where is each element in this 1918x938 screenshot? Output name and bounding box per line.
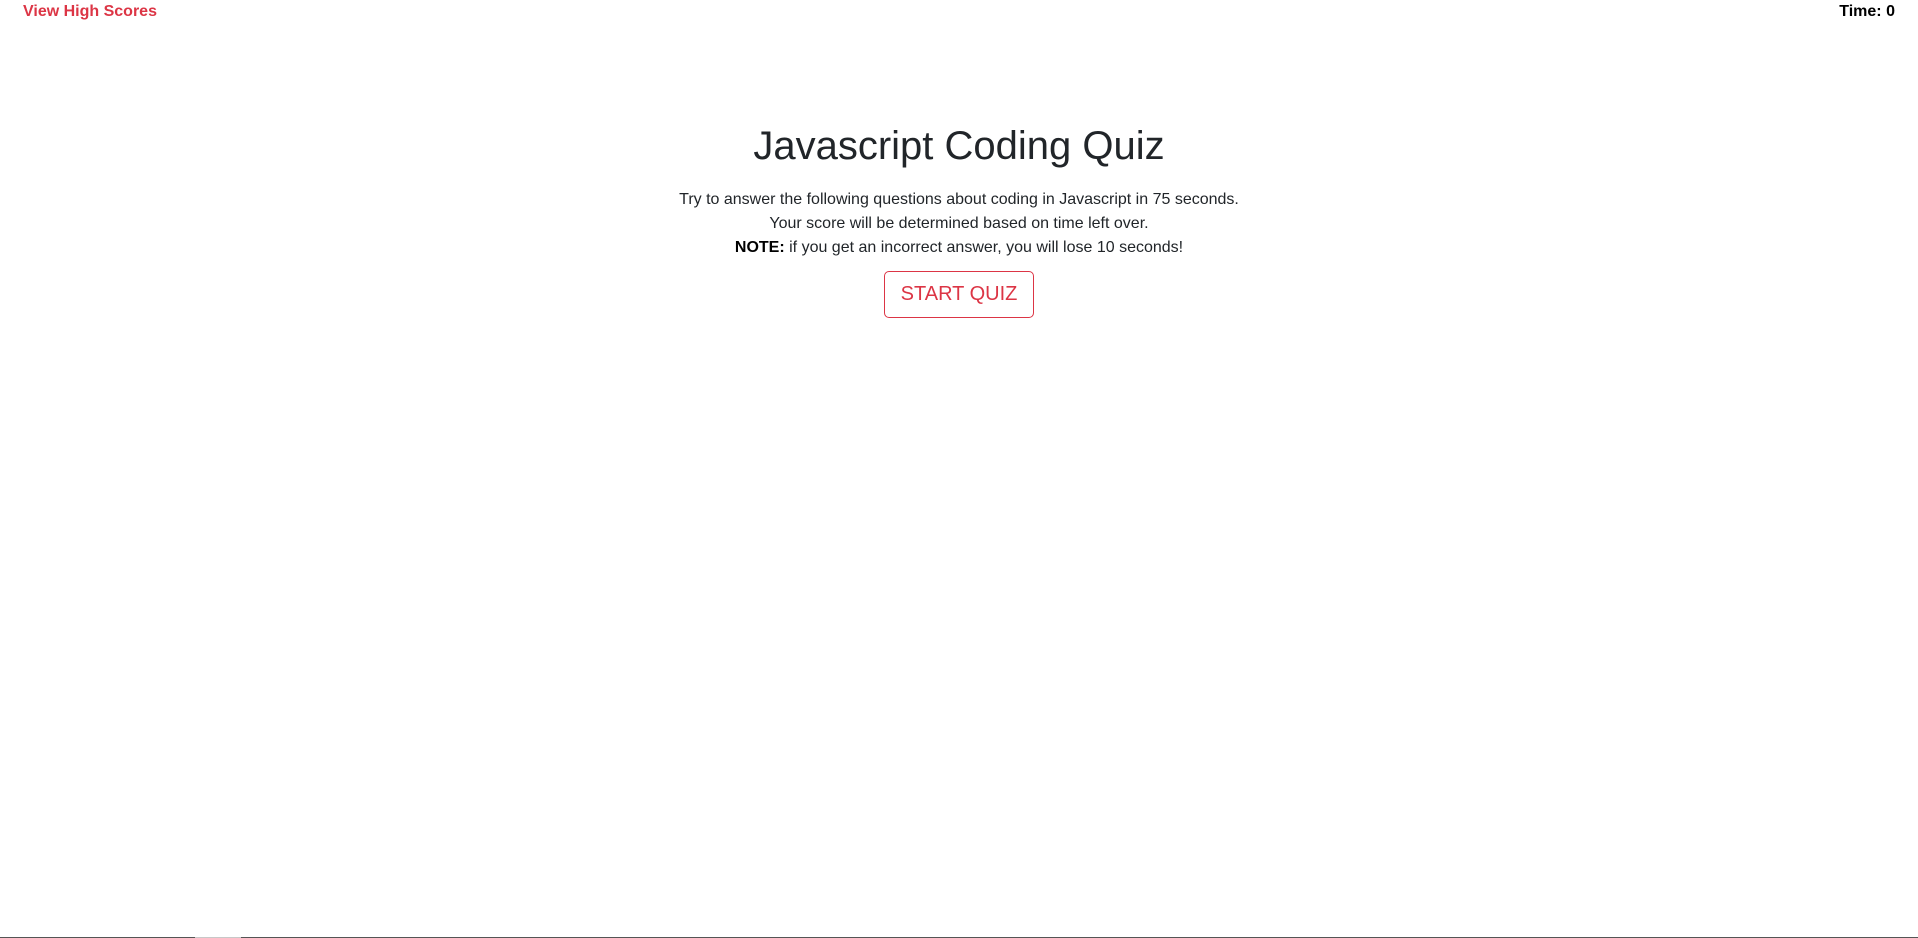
note-label: NOTE: xyxy=(734,239,785,256)
timer-value: 0 xyxy=(1886,3,1895,20)
start-quiz-button[interactable]: START QUIZ xyxy=(883,271,1035,318)
timer-label: Time: xyxy=(1839,3,1882,20)
instructions-line-1: Try to answer the following questions ab… xyxy=(679,191,1239,208)
instructions-note: NOTE: if you get an incorrect answer, yo… xyxy=(0,236,1918,260)
quiz-instructions: Try to answer the following questions ab… xyxy=(0,188,1918,260)
note-text: if you get an incorrect answer, you will… xyxy=(784,239,1184,256)
top-bar: View High Scores Time: 0 xyxy=(0,0,1918,30)
quiz-page: View High Scores Time: 0 Javascript Codi… xyxy=(0,0,1918,938)
view-high-scores-link[interactable]: View High Scores xyxy=(23,3,157,21)
page-title: Javascript Coding Quiz xyxy=(753,124,1165,168)
instructions-line-2: Your score will be determined based on t… xyxy=(769,215,1149,232)
intro-section: Javascript Coding Quiz Try to answer the… xyxy=(0,117,1918,318)
timer: Time: 0 xyxy=(1839,3,1895,21)
